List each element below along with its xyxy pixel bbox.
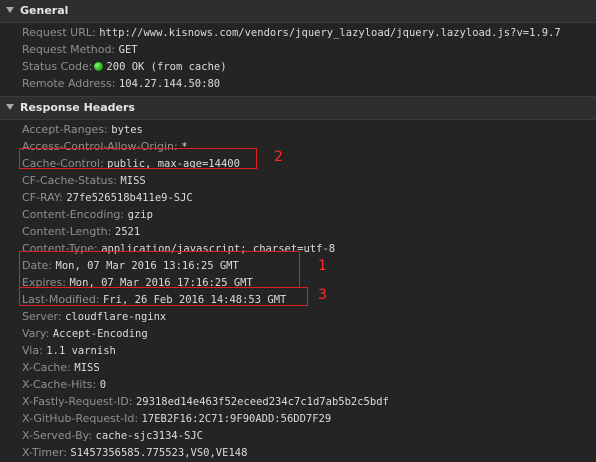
expand-triangle-icon[interactable]	[6, 7, 14, 13]
row-value: MISS	[120, 175, 146, 187]
row-key: Server:	[22, 310, 62, 323]
row-value: Mon, 07 Mar 2016 17:16:25 GMT	[69, 277, 253, 289]
general-row-remote-address: Remote Address: 104.27.144.50:80	[22, 75, 596, 92]
row-value: 29318ed14e463f52eceed234c7c1d7ab5b2c5bdf	[135, 396, 389, 408]
response-header-row: Server: cloudflare-nginx	[22, 308, 596, 325]
row-key: X-Timer:	[22, 446, 67, 459]
general-title: General	[20, 4, 69, 17]
row-key: Request Method:	[22, 43, 116, 56]
row-key: Cache-Control:	[22, 157, 104, 170]
row-key: Content-Type:	[22, 242, 98, 255]
response-headers-section-header[interactable]: Response Headers	[0, 96, 596, 120]
row-key: Vary:	[22, 327, 50, 340]
annotation-label-3: 3	[318, 287, 327, 303]
row-key: Date:	[22, 259, 52, 272]
row-value: *	[181, 141, 188, 153]
row-key: Last-Modified:	[22, 293, 100, 306]
row-key: Access-Control-Allow-Origin:	[22, 140, 178, 153]
row-value: public, max-age=14400	[107, 158, 240, 170]
response-header-row: Accept-Ranges: bytes	[22, 121, 596, 138]
row-value: bytes	[111, 124, 143, 136]
response-header-row: X-Served-By: cache-sjc3134-SJC	[22, 427, 596, 444]
general-row-request-url: Request URL: http://www.kisnows.com/vend…	[22, 24, 596, 41]
response-header-row: Date: Mon, 07 Mar 2016 13:16:25 GMT	[22, 257, 596, 274]
response-header-row: Via: 1.1 varnish	[22, 342, 596, 359]
response-header-row: Access-Control-Allow-Origin: *	[22, 138, 596, 155]
response-header-row: X-GitHub-Request-Id: 17EB2F16:2C71:9F90A…	[22, 410, 596, 427]
annotation-label-1: 1	[318, 258, 327, 274]
response-header-row: Expires: Mon, 07 Mar 2016 17:16:25 GMT	[22, 274, 596, 291]
row-key: X-GitHub-Request-Id:	[22, 412, 139, 425]
response-header-row: Cache-Control: public, max-age=14400	[22, 155, 596, 172]
response-header-row: Content-Encoding: gzip	[22, 206, 596, 223]
row-value: 2521	[114, 226, 141, 238]
row-value: http://www.kisnows.com/vendors/jquery_la…	[99, 27, 561, 39]
response-headers-rows: Accept-Ranges: bytes Access-Control-Allow…	[0, 120, 596, 461]
row-key: X-Fastly-Request-ID:	[22, 395, 133, 408]
row-value: S1457356585.775523,VS0,VE148	[70, 447, 248, 459]
response-header-row: Content-Length: 2521	[22, 223, 596, 240]
row-value: 27fe526518b411e9-SJC	[66, 192, 193, 204]
row-key: Via:	[22, 344, 43, 357]
row-key: Request URL:	[22, 26, 96, 39]
response-header-row: CF-RAY: 27fe526518b411e9-SJC	[22, 189, 596, 206]
response-header-row: Vary: Accept-Encoding	[22, 325, 596, 342]
row-value: MISS	[74, 362, 100, 374]
general-rows: Request URL: http://www.kisnows.com/vend…	[0, 23, 596, 92]
row-key: Remote Address:	[22, 77, 116, 90]
row-key: Content-Length:	[22, 225, 112, 238]
general-row-status-code: Status Code: 200 OK (from cache)	[22, 58, 596, 75]
response-header-row: X-Cache-Hits: 0	[22, 376, 596, 393]
row-value: gzip	[127, 209, 153, 221]
response-header-row: X-Cache: MISS	[22, 359, 596, 376]
row-key: CF-RAY:	[22, 191, 63, 204]
response-header-row: Last-Modified: Fri, 26 Feb 2016 14:48:53…	[22, 291, 596, 308]
expand-triangle-icon[interactable]	[6, 104, 14, 110]
general-row-request-method: Request Method: GET	[22, 41, 596, 58]
annotation-label-2: 2	[274, 149, 283, 165]
row-value: 104.27.144.50:80	[118, 78, 221, 90]
row-value: cloudflare-nginx	[65, 311, 167, 323]
response-headers-section: Response Headers Accept-Ranges: bytes Acc…	[0, 96, 596, 461]
row-key: CF-Cache-Status:	[22, 174, 117, 187]
response-header-row: X-Fastly-Request-ID: 29318ed14e463f52ece…	[22, 393, 596, 410]
row-value: Mon, 07 Mar 2016 13:16:25 GMT	[55, 260, 239, 272]
row-key: Expires:	[22, 276, 66, 289]
row-value: Accept-Encoding	[52, 328, 148, 340]
row-value: 1.1 varnish	[46, 345, 116, 357]
row-value: 0	[99, 379, 107, 391]
row-value: 200 OK (from cache)	[106, 61, 227, 73]
row-value: cache-sjc3134-SJC	[95, 430, 203, 442]
row-value: GET	[118, 44, 138, 56]
response-header-row: X-Timer: S1457356585.775523,VS0,VE148	[22, 444, 596, 461]
row-key: Status Code:	[22, 60, 93, 73]
row-value: application/javascript; charset=utf-8	[101, 243, 336, 255]
row-key: Content-Encoding:	[22, 208, 125, 221]
row-key: X-Cache-Hits:	[22, 378, 97, 391]
response-header-row: Content-Type: application/javascript; ch…	[22, 240, 596, 257]
response-headers-title: Response Headers	[20, 101, 135, 114]
status-ok-icon	[94, 61, 104, 71]
general-section: General Request URL: http://www.kisnows.…	[0, 0, 596, 92]
row-value: 17EB2F16:2C71:9F90ADD:56DD7F29	[141, 413, 332, 425]
row-key: X-Cache:	[22, 361, 71, 374]
row-value: Fri, 26 Feb 2016 14:48:53 GMT	[103, 294, 287, 306]
response-header-row: CF-Cache-Status: MISS	[22, 172, 596, 189]
row-key: X-Served-By:	[22, 429, 93, 442]
general-section-header[interactable]: General	[0, 0, 596, 23]
row-key: Accept-Ranges:	[22, 123, 108, 136]
